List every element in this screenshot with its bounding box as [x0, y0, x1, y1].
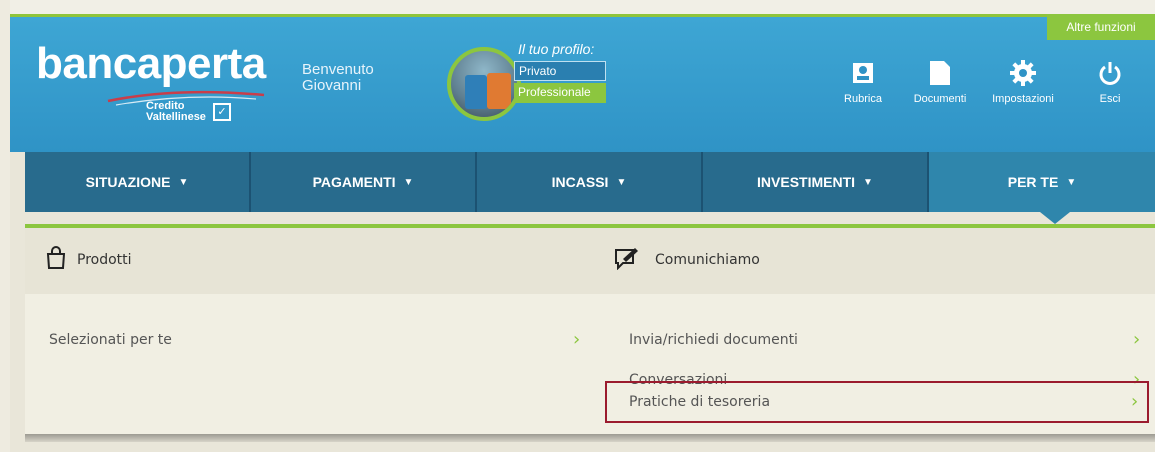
- section-title-comunichiamo: Comunichiamo: [655, 252, 760, 268]
- profile-title: Il tuo profilo:: [518, 41, 595, 57]
- document-icon: [895, 59, 985, 87]
- shopping-bag-icon: [46, 246, 66, 269]
- link-label: Invia/richiedi documenti: [629, 332, 798, 348]
- section-title-prodotti: Prodotti: [77, 252, 132, 268]
- power-icon: [1065, 59, 1155, 87]
- banking-app: bancaperta Credito Valtellinese ✓ Benven…: [10, 14, 1155, 452]
- avatar-image-detail: [465, 75, 487, 109]
- chevron-down-icon: ▼: [863, 176, 873, 188]
- logo-check-icon: ✓: [213, 103, 231, 121]
- page-top-edge: [0, 0, 1155, 14]
- chevron-down-icon: ▼: [616, 176, 627, 188]
- nav-investimenti[interactable]: INVESTIMENTI ▼: [703, 152, 929, 212]
- gear-icon: [978, 59, 1068, 87]
- link-selezionati-per-te[interactable]: Selezionati per te: [49, 322, 589, 358]
- avatar-image-detail: [487, 73, 511, 109]
- panel-shadow: [25, 434, 1155, 442]
- impostazioni-label: Impostazioni: [992, 93, 1054, 105]
- user-name: Giovanni: [302, 77, 362, 94]
- link-label: Pratiche di tesoreria: [629, 394, 771, 410]
- chevron-right-icon: ›: [573, 329, 581, 350]
- documenti-button[interactable]: Documenti: [895, 59, 985, 105]
- header: bancaperta Credito Valtellinese ✓ Benven…: [10, 14, 1155, 152]
- documenti-label: Documenti: [913, 93, 967, 105]
- nav-situazione[interactable]: SITUAZIONE ▼: [25, 152, 251, 212]
- logo[interactable]: bancaperta: [36, 39, 266, 89]
- link-invia-richiedi-documenti[interactable]: Invia/richiedi documenti: [629, 322, 1139, 358]
- main-nav: SITUAZIONE ▼ PAGAMENTI ▼ INCASSI ▼ INVESTIM…: [25, 152, 1155, 212]
- active-nav-pointer: [1040, 212, 1070, 224]
- nav-label: INVESTIMENTI: [757, 174, 856, 190]
- nav-per-te[interactable]: PER TE ▼: [929, 152, 1155, 212]
- esci-button[interactable]: Esci: [1065, 59, 1155, 105]
- dropdown-panel: Prodotti Comunichiamo Selezionati per te…: [25, 228, 1155, 434]
- chevron-right-icon: ›: [1133, 329, 1141, 350]
- nav-pagamenti[interactable]: PAGAMENTI ▼: [251, 152, 477, 212]
- esci-label: Esci: [1099, 93, 1121, 105]
- profile-option-privato[interactable]: Privato: [514, 61, 606, 81]
- chevron-down-icon: ▼: [178, 176, 189, 188]
- link-label: Selezionati per te: [49, 332, 172, 348]
- altre-funzioni-button[interactable]: Altre funzioni: [1047, 14, 1155, 40]
- chevron-down-icon: ▼: [403, 176, 414, 188]
- link-pratiche-di-tesoreria[interactable]: Pratiche di tesoreria: [629, 384, 1139, 420]
- nav-label: PER TE: [1007, 174, 1059, 190]
- page-left-edge: [0, 0, 10, 452]
- nav-label: SITUAZIONE: [85, 174, 171, 190]
- profile-option-professionale[interactable]: Professionale: [514, 83, 606, 103]
- chevron-right-icon: ›: [1131, 391, 1139, 412]
- chat-edit-icon: [615, 248, 638, 270]
- impostazioni-button[interactable]: Impostazioni: [978, 59, 1068, 105]
- avatar[interactable]: [447, 47, 521, 121]
- nav-label: PAGAMENTI: [312, 174, 396, 190]
- panel-header: [25, 228, 1155, 294]
- nav-label: INCASSI: [551, 174, 609, 190]
- welcome-line: Benvenuto: [302, 61, 374, 78]
- welcome-message: Benvenuto Giovanni: [302, 62, 374, 94]
- nav-incassi[interactable]: INCASSI ▼: [477, 152, 703, 212]
- chevron-down-icon: ▼: [1066, 176, 1077, 188]
